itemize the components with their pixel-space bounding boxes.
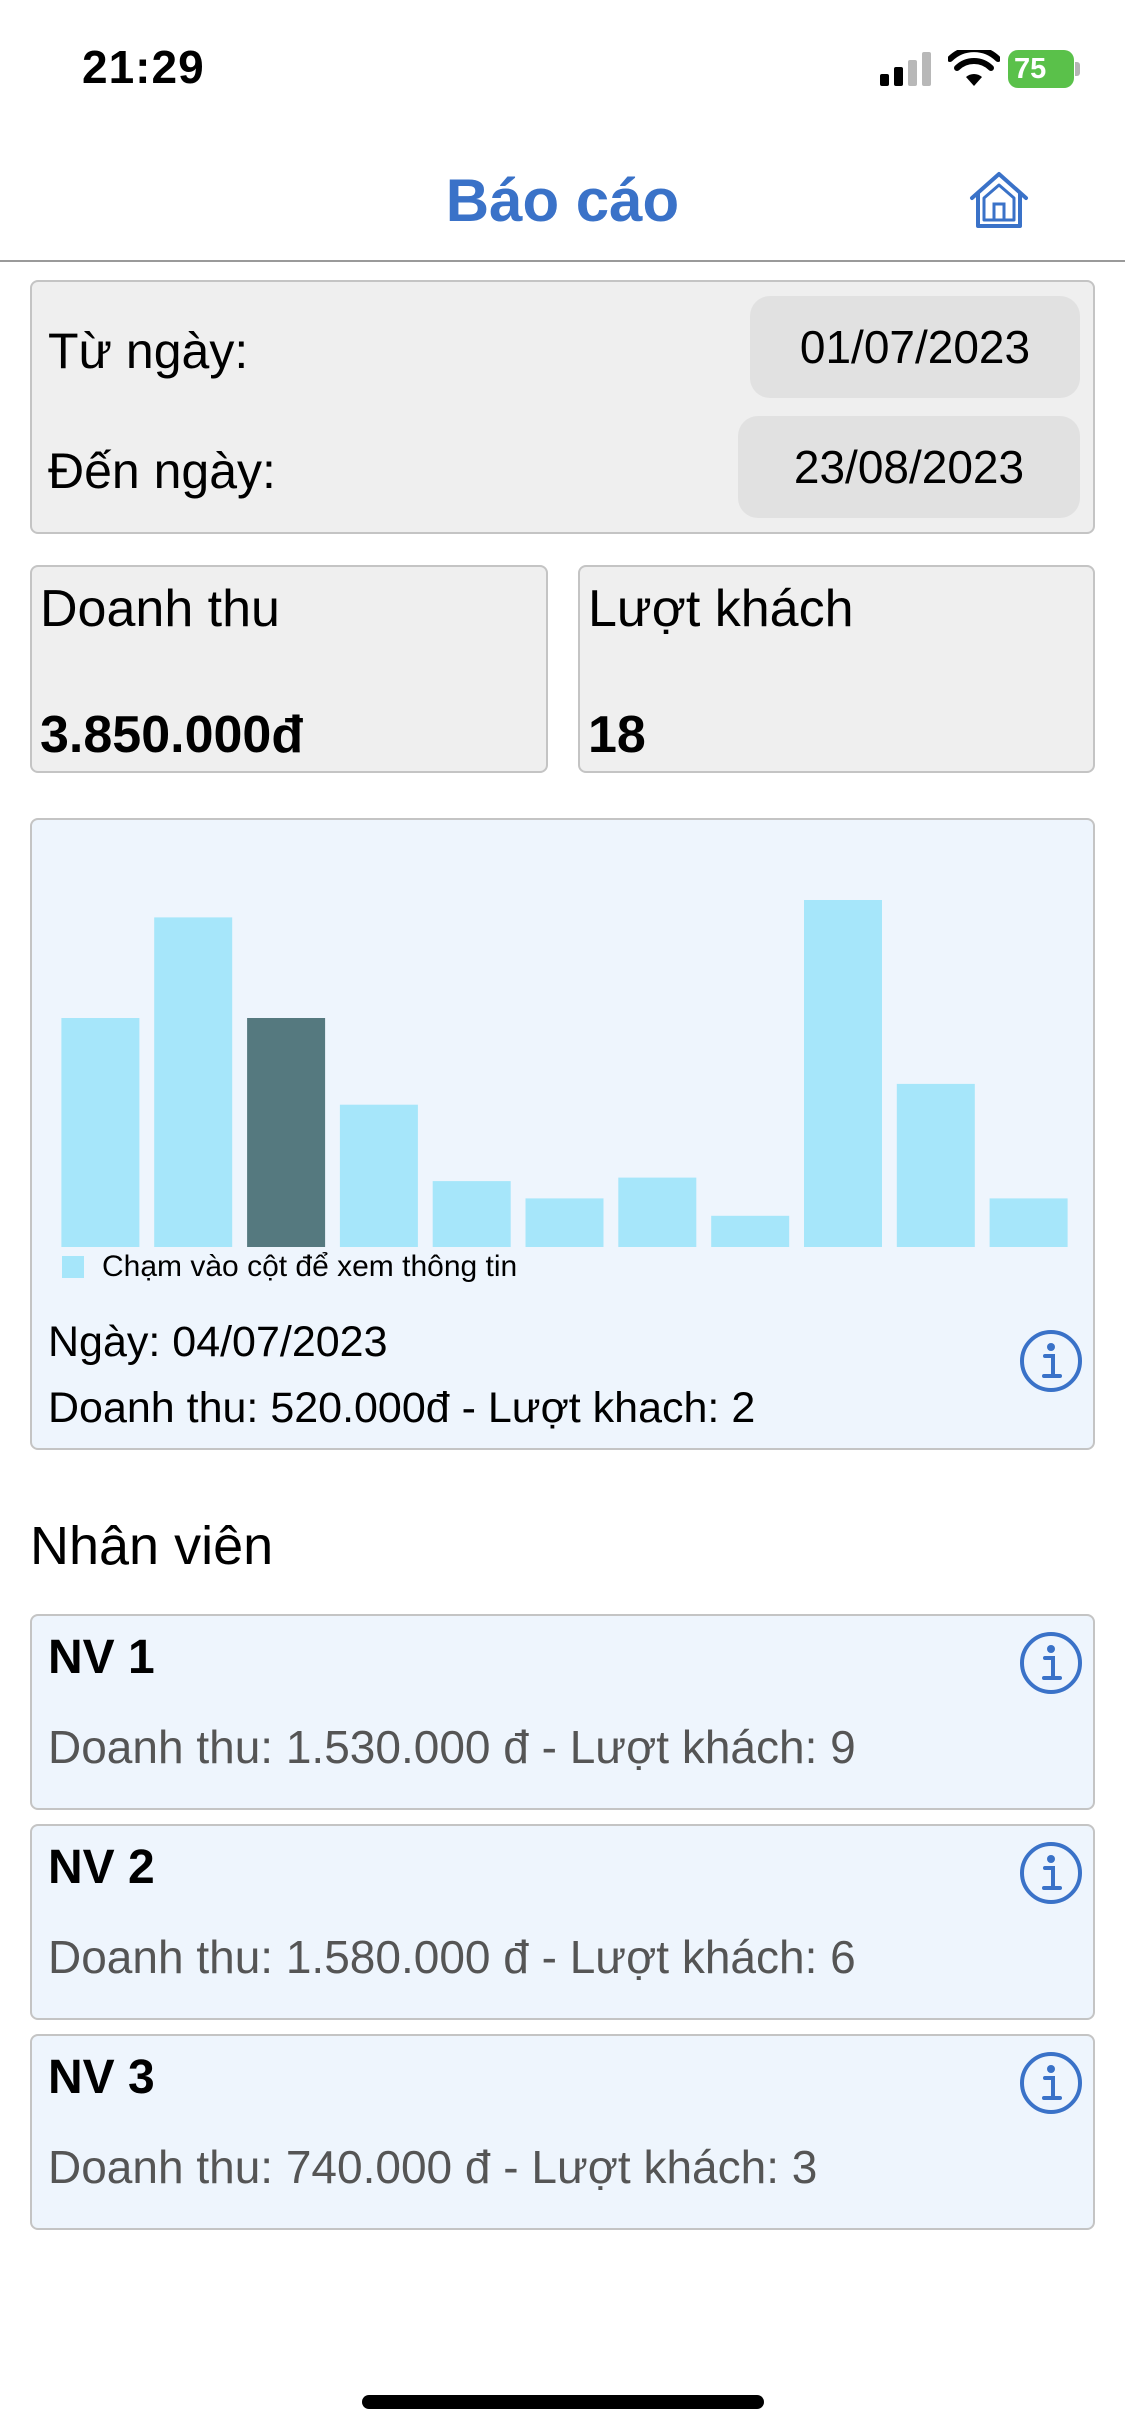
cellular-signal-icon (880, 52, 931, 86)
guests-label: Lượt khách (588, 580, 854, 638)
chart-bar[interactable] (804, 900, 882, 1247)
staff-name: NV 1 (48, 1631, 155, 1684)
chart-bar[interactable] (339, 1104, 418, 1247)
staff-section-title: Nhân viên (30, 1516, 274, 1576)
staff-name: NV 3 (48, 2051, 155, 2104)
page-title: Báo cáo (445, 167, 680, 234)
chart-bar[interactable] (711, 1215, 790, 1247)
chart-bar[interactable] (154, 917, 233, 1247)
from-date-picker[interactable]: 01/07/2023 (750, 296, 1080, 398)
guests-summary-card: Lượt khách 18 (578, 565, 1095, 773)
to-date-picker[interactable]: 23/08/2023 (738, 416, 1080, 518)
revenue-label: Doanh thu (40, 580, 280, 638)
chart-bar[interactable] (432, 1181, 511, 1247)
staff-stats: Doanh thu: 740.000 đ - Lượt khách: 3 (48, 2141, 818, 2193)
battery-level: 75 (1014, 53, 1047, 85)
selected-bar-stats: Doanh thu: 520.000đ - Lượt khach: 2 (48, 1384, 756, 1432)
revenue-bar-chart[interactable] (32, 820, 1097, 1300)
revenue-chart-card: Chạm vào cột để xem thông tin Ngày: 04/0… (30, 818, 1095, 1450)
nav-bar: Báo cáo (0, 140, 1125, 262)
date-range-card: Từ ngày: 01/07/2023 Đến ngày: 23/08/2023 (30, 280, 1095, 534)
home-indicator (362, 2395, 764, 2409)
staff-stats: Doanh thu: 1.530.000 đ - Lượt khách: 9 (48, 1721, 856, 1773)
chart-bar[interactable] (247, 1018, 326, 1247)
legend-swatch (62, 1256, 84, 1278)
guests-value: 18 (588, 706, 646, 764)
selected-bar-date: Ngày: 04/07/2023 (48, 1318, 388, 1366)
staff-name: NV 2 (48, 1841, 155, 1894)
info-icon[interactable] (1018, 1328, 1084, 1394)
wifi-icon (948, 50, 1000, 86)
info-icon[interactable] (1018, 1840, 1084, 1906)
info-icon[interactable] (1018, 1630, 1084, 1696)
revenue-value: 3.850.000đ (40, 706, 304, 764)
staff-card[interactable]: NV 2 Doanh thu: 1.580.000 đ - Lượt khách… (30, 1824, 1095, 2020)
home-icon[interactable] (966, 168, 1032, 234)
legend-text: Chạm vào cột để xem thông tin (102, 1250, 518, 1283)
chart-bar[interactable] (525, 1198, 604, 1247)
chart-bar[interactable] (61, 1018, 140, 1247)
to-date-label: Đến ngày: (48, 443, 276, 499)
from-date-label: Từ ngày: (48, 323, 249, 379)
info-icon[interactable] (1018, 2050, 1084, 2116)
status-bar: 21:29 75 (0, 0, 1125, 135)
status-time: 21:29 (82, 41, 205, 93)
staff-stats: Doanh thu: 1.580.000 đ - Lượt khách: 6 (48, 1931, 856, 1983)
chart-bar[interactable] (896, 1083, 975, 1247)
chart-bar[interactable] (989, 1198, 1068, 1247)
staff-card[interactable]: NV 3 Doanh thu: 740.000 đ - Lượt khách: … (30, 2034, 1095, 2230)
staff-card[interactable]: NV 1 Doanh thu: 1.530.000 đ - Lượt khách… (30, 1614, 1095, 1810)
revenue-summary-card: Doanh thu 3.850.000đ (30, 565, 548, 773)
chart-bar[interactable] (618, 1177, 697, 1247)
battery-icon: 75 (1008, 50, 1080, 88)
